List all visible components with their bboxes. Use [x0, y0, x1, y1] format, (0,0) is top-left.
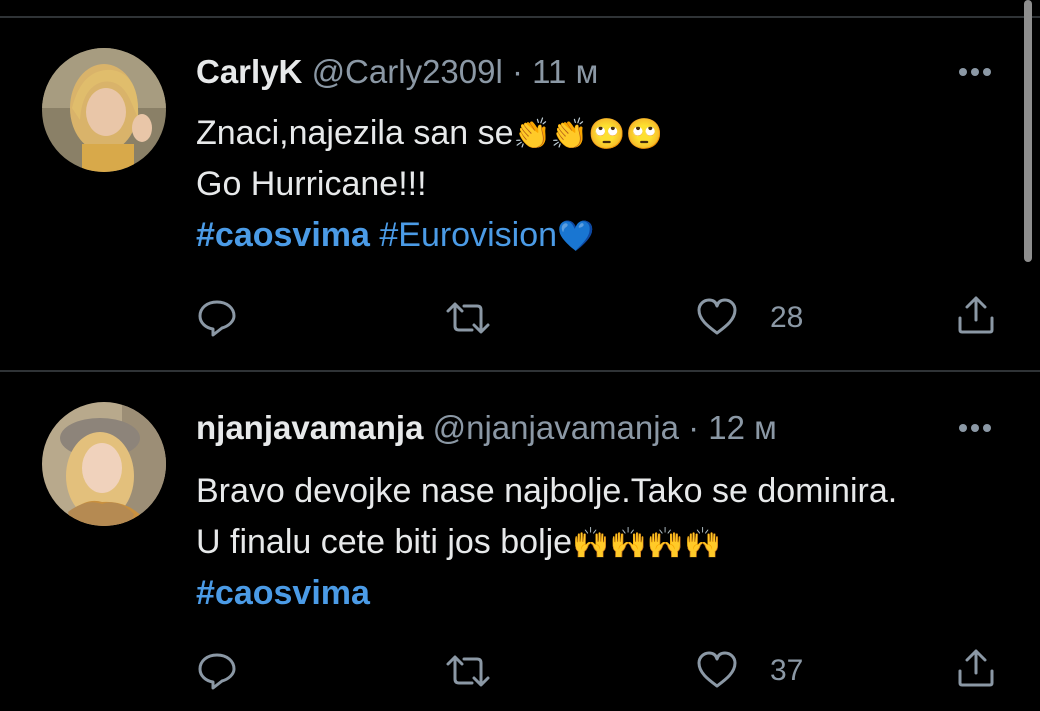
timestamp[interactable]: 12 м — [708, 409, 777, 446]
hashtag-link[interactable]: #caosvima — [196, 574, 370, 612]
separator-dot: · — [511, 53, 523, 90]
user-handle[interactable]: @Carly2309l — [312, 53, 503, 90]
share-icon[interactable] — [955, 647, 997, 689]
hashtag-line: #caosvima #Eurovision💙 — [196, 210, 663, 261]
heart-icon[interactable] — [696, 651, 738, 689]
display-name[interactable]: CarlyK — [196, 53, 302, 90]
share-icon[interactable] — [955, 294, 997, 336]
timestamp[interactable]: 11 м — [532, 53, 598, 90]
reply-icon[interactable] — [196, 650, 238, 692]
emoji-group: 👏👏🙄🙄 — [513, 118, 663, 151]
tweet-text-line: Bravo devojke nase najbolje.Tako se domi… — [196, 472, 898, 510]
tweet[interactable]: CarlyK @Carly2309l · 11 м Znaci,najezila… — [0, 0, 1040, 370]
tweet-text: Znaci,najezila san se👏👏🙄🙄 Go Hurricane!!… — [196, 108, 663, 261]
emoji-group: 🙌🙌🙌🙌 — [572, 527, 722, 560]
like-count: 37 — [770, 654, 804, 687]
more-icon[interactable] — [955, 62, 995, 82]
tweet-text-content: U finalu cete biti jos bolje — [196, 523, 573, 561]
tweet[interactable]: njanjavamanja @njanjavamanja · 12 м Brav… — [0, 372, 1040, 711]
tweet-text-line: U finalu cete biti jos bolje🙌🙌🙌🙌 — [196, 517, 897, 568]
like-count: 28 — [770, 301, 804, 334]
retweet-icon[interactable] — [444, 652, 492, 690]
blue-heart-emoji: 💙 — [557, 220, 595, 253]
more-icon[interactable] — [955, 418, 995, 438]
retweet-icon[interactable] — [444, 299, 492, 337]
avatar[interactable] — [42, 402, 166, 526]
hashtag-link[interactable]: #Eurovision — [379, 216, 557, 254]
tweet-header: njanjavamanja @njanjavamanja · 12 м — [196, 408, 777, 448]
avatar[interactable] — [42, 48, 166, 172]
user-handle[interactable]: @njanjavamanja — [433, 409, 679, 446]
tweet-text-line: Znaci,najezila san se👏👏🙄🙄 — [196, 108, 663, 159]
tweet-text-line: Go Hurricane!!! — [196, 165, 427, 203]
tweet-text: Bravo devojke nase najbolje.Tako se domi… — [196, 466, 897, 619]
tweet-header: CarlyK @Carly2309l · 11 м — [196, 52, 598, 92]
display-name[interactable]: njanjavamanja — [196, 409, 423, 446]
hashtag-link[interactable]: #caosvima — [196, 216, 370, 254]
separator-dot: · — [688, 409, 700, 446]
reply-icon[interactable] — [196, 297, 238, 339]
hashtag-line: #caosvima — [196, 568, 897, 619]
heart-icon[interactable] — [696, 298, 738, 336]
tweet-text-content: Znaci,najezila san se — [196, 114, 514, 152]
